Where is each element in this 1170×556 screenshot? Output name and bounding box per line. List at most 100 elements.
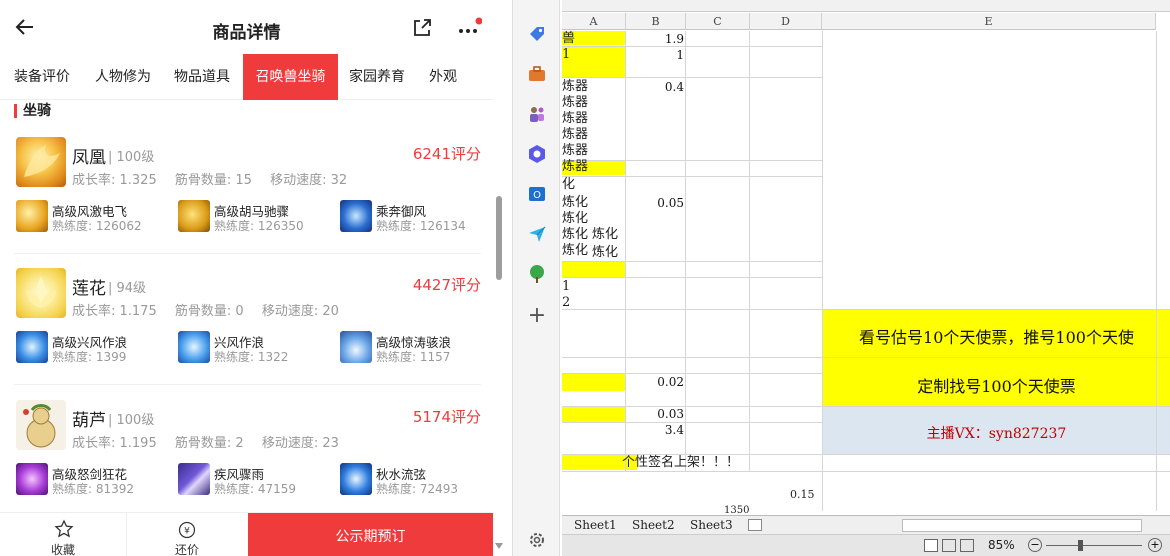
normal-view-icon[interactable] [924,539,938,552]
tag-icon[interactable] [527,24,547,44]
sheet-tab-bar: Sheet1 Sheet2 Sheet3 [562,515,1170,534]
mount-score: 5174评分 [412,408,481,426]
divider [14,253,481,254]
tab-summon-mounts[interactable]: 召唤兽坐骑 [243,54,338,100]
more-options-icon[interactable] [456,17,482,39]
mount-skill[interactable]: 高级怒剑狂花 熟练度: 81392 [16,463,176,496]
column-header-e[interactable]: E [822,13,1156,30]
mount-level: | 94级 [108,281,147,296]
mount-avatar [16,268,66,318]
new-sheet-icon[interactable] [748,519,762,531]
mount-skill[interactable]: 高级胡马驰骤 熟练度: 126350 [178,200,338,233]
wind-lightning-skill-icon [16,200,48,232]
tab-home[interactable]: 家园养育 [349,54,405,100]
yellow-cell [562,262,625,277]
mount-skill[interactable]: 兴风作浪 熟练度: 1322 [178,331,338,364]
mount-level: | 100级 [108,150,155,165]
cell-b: 0.03 [657,407,684,421]
svg-text:O: O [533,190,541,201]
mount-level: | 100级 [108,413,155,428]
wind-ride-skill-icon [340,200,372,232]
divider [14,384,481,385]
share-icon[interactable] [411,17,433,39]
add-icon[interactable]: + [527,305,547,327]
page-layout-icon[interactable] [942,539,956,552]
people-icon[interactable] [527,104,547,124]
sheet-tab-1[interactable]: Sheet1 [574,518,617,532]
mount-stats: 成长率: 1.325 筋骨数量: 15 移动速度: 32 [72,169,361,188]
contact-banner: 主播VX：syn827237 [926,426,1067,442]
cell-grid[interactable]: 兽 1 炼器 炼器 炼器 炼器 炼器 炼器 化 炼化 炼化 炼化 炼化 炼化 炼… [562,31,1170,516]
mount-card[interactable]: 莲花 | 94级 4427评分 成长率: 1.175 筋骨数量: 0 移动速度:… [0,268,493,400]
cell-a: 炼化 [562,195,589,210]
tab-equipment-review[interactable]: 装备评价 [14,54,70,100]
yuan-coin-icon: ¥ [178,521,196,539]
zoom-slider-thumb[interactable] [1078,540,1083,551]
mount-name: 凤凰 [72,148,106,168]
cell-a: 炼化 [592,245,619,260]
tab-appearance[interactable]: 外观 [429,54,457,100]
column-header-b[interactable]: B [626,13,686,30]
zoom-slider[interactable] [1046,545,1142,546]
bottom-action-bar: 收藏 ¥ 还价 公示期预订 [0,512,493,556]
cell-b: 0.05 [657,196,684,210]
cell-b: 1 [676,48,684,62]
wave-skill-icon [178,331,210,363]
notice-text: 个性签名上架！！！ [622,455,740,470]
cell-a: 炼器 [562,127,589,142]
column-header-a[interactable]: A [562,13,626,30]
cell-a: 炼化 [562,227,589,242]
mount-name: 葫芦 [72,411,106,431]
page-break-icon[interactable] [960,539,974,552]
sheet-tab-3[interactable]: Sheet3 [690,518,733,532]
sword-flower-skill-icon [16,463,48,495]
gear-icon[interactable] [527,530,547,550]
cell-a: 炼化 [592,227,619,242]
zoom-level: 85% [988,538,1015,552]
status-bar: 85% − + [562,534,1170,556]
bone-count: 筋骨数量: 2 [174,436,244,451]
scroll-down-arrow-icon[interactable] [495,543,503,549]
tree-icon[interactable] [527,264,547,284]
tab-character-cultivation[interactable]: 人物修为 [95,54,151,100]
section-title: 坐骑 [14,102,51,120]
scrollbar-thumb[interactable] [496,196,502,280]
wave-skill-icon [16,331,48,363]
cell-b: 0.4 [664,80,684,94]
cell-a: 炼器 [562,79,589,94]
category-tabs: 装备评价 人物修为 物品道具 召唤兽坐骑 家园养育 外观 [0,54,493,100]
mount-score: 6241评分 [412,145,481,163]
cell-a: 炼化 [562,211,589,226]
yellow-cell [562,374,625,391]
preorder-button[interactable]: 公示期预订 [248,513,493,556]
hexagon-app-icon[interactable] [527,144,547,164]
favorite-button[interactable]: 收藏 [0,513,126,556]
zoom-out-icon[interactable]: − [1028,538,1042,552]
send-icon[interactable] [527,224,547,244]
column-header-d[interactable]: D [750,13,822,30]
horizontal-scrollbar[interactable] [902,519,1142,532]
mount-skill[interactable]: 高级风激电飞 熟练度: 126062 [16,200,176,233]
estimate-banner: 看号估号10个天使票，推号100个天使 [859,328,1134,347]
bargain-button[interactable]: ¥ 还价 [126,513,248,556]
mount-card[interactable]: 凤凰 | 100级 6241评分 成长率: 1.325 筋骨数量: 15 移动速… [0,137,493,269]
zoom-in-icon[interactable]: + [1148,538,1162,552]
mount-skill[interactable]: 高级兴风作浪 熟练度: 1399 [16,331,176,364]
growth-rate: 成长率: 1.195 [72,436,157,451]
column-header-c[interactable]: C [686,13,750,30]
mount-avatar [16,137,66,187]
cell-a: 炼器 [562,111,589,126]
outlook-icon[interactable]: O [527,184,547,204]
mount-skill[interactable]: 秋水流弦 熟练度: 72493 [340,463,500,496]
mount-skill[interactable]: 疾风骤雨 熟练度: 47159 [178,463,338,496]
briefcase-icon[interactable] [527,64,547,84]
mount-avatar [16,400,66,450]
cell-a: 兽 [562,31,576,46]
cell-a: 炼器 [562,143,589,158]
move-speed: 移动速度: 32 [270,173,348,188]
cell-a: 2 [562,295,571,310]
sheet-tab-2[interactable]: Sheet2 [632,518,675,532]
mount-skill[interactable]: 高级惊涛骇浪 熟练度: 1157 [340,331,500,364]
tab-items[interactable]: 物品道具 [174,54,230,100]
mount-skill[interactable]: 乘奔御风 熟练度: 126134 [340,200,500,233]
